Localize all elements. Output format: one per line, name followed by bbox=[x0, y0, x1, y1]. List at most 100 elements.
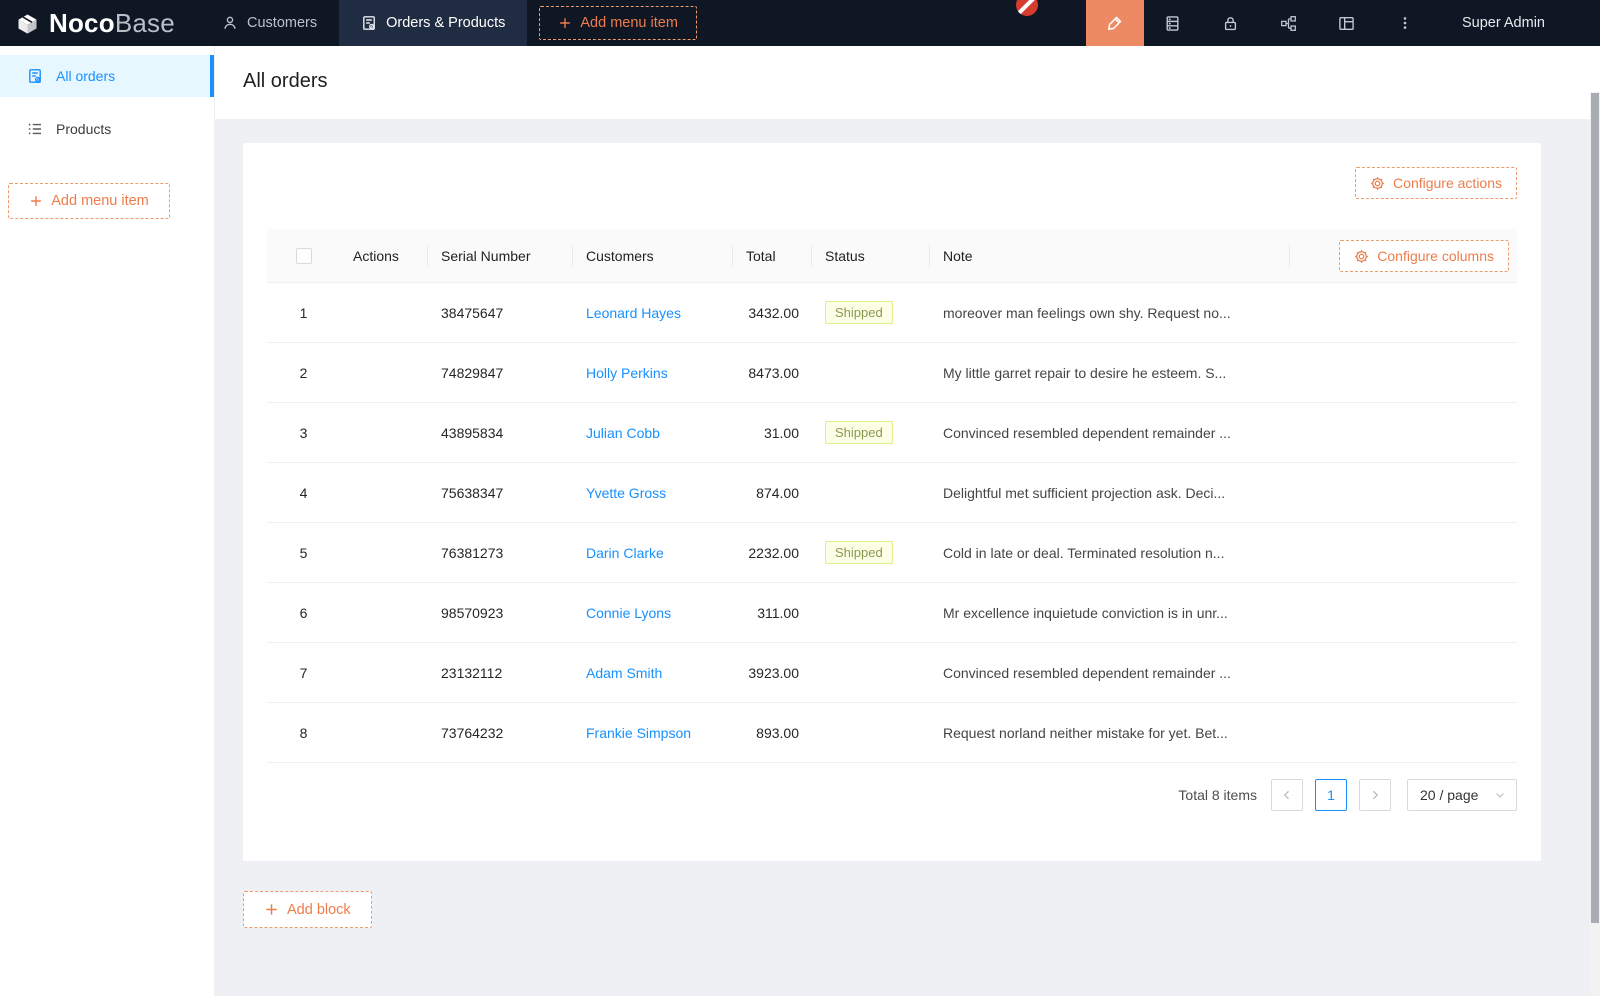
row-total: 874.00 bbox=[756, 484, 799, 501]
pagination-page-1[interactable]: 1 bbox=[1315, 779, 1347, 811]
row-index: 5 bbox=[299, 544, 308, 561]
customer-link[interactable]: Frankie Simpson bbox=[586, 725, 691, 741]
page-size-value: 20 / page bbox=[1420, 787, 1479, 803]
navbar-actions: Super Admin bbox=[1085, 0, 1600, 46]
sidebar-item-label: All orders bbox=[56, 68, 116, 84]
nav-tab-customers[interactable]: Customers bbox=[200, 0, 339, 46]
row-note: My little garret repair to desire he est… bbox=[943, 364, 1227, 381]
select-all-cell bbox=[267, 229, 340, 283]
gear-icon bbox=[1370, 176, 1385, 191]
sidebar-item-all-orders[interactable]: All orders bbox=[0, 55, 214, 97]
configure-columns-label: Configure columns bbox=[1377, 248, 1494, 264]
more-ellipsis-icon[interactable] bbox=[1376, 0, 1434, 46]
sidebar-item-products[interactable]: Products bbox=[0, 108, 214, 150]
column-header-actions: Actions bbox=[340, 229, 428, 283]
table-row[interactable]: 2 74829847 Holly Perkins 8473.00 My litt… bbox=[267, 343, 1517, 403]
table-row[interactable]: 6 98570923 Connie Lyons 311.00 Mr excell… bbox=[267, 583, 1517, 643]
nocobase-logo-icon bbox=[14, 10, 41, 37]
lock-icon[interactable] bbox=[1202, 0, 1260, 46]
chevron-down-icon bbox=[1494, 789, 1506, 801]
table-body: 1 38475647 Leonard Hayes 3432.00 Shipped… bbox=[267, 283, 1517, 763]
nav-tab-orders-products[interactable]: Orders & Products bbox=[339, 0, 528, 46]
row-total: 2232.00 bbox=[748, 544, 799, 561]
pagination-total: Total 8 items bbox=[1178, 787, 1257, 803]
table-row[interactable]: 8 73764232 Frankie Simpson 893.00 Reques… bbox=[267, 703, 1517, 763]
customer-link[interactable]: Holly Perkins bbox=[586, 365, 668, 381]
table-row[interactable]: 1 38475647 Leonard Hayes 3432.00 Shipped… bbox=[267, 283, 1517, 343]
customer-link[interactable]: Darin Clarke bbox=[586, 545, 664, 561]
configure-columns-cell: Configure columns bbox=[1290, 229, 1517, 283]
pagination-next-button[interactable] bbox=[1359, 779, 1391, 811]
row-index: 6 bbox=[299, 604, 308, 621]
row-serial-number: 75638347 bbox=[441, 484, 504, 501]
nav-add-menu-item-label: Add menu item bbox=[580, 15, 678, 31]
row-serial-number: 76381273 bbox=[441, 544, 504, 561]
page-size-select[interactable]: 20 / page bbox=[1407, 779, 1517, 811]
plus-icon bbox=[264, 902, 279, 917]
sidebar-add-menu-item-label: Add menu item bbox=[51, 193, 149, 209]
status-badge: Shipped bbox=[825, 421, 893, 444]
row-note: Request norland neither mistake for yet.… bbox=[943, 724, 1228, 741]
user-menu[interactable]: Super Admin bbox=[1434, 0, 1600, 46]
row-total: 311.00 bbox=[757, 604, 799, 621]
page-header: All orders bbox=[215, 46, 1600, 119]
pagination: Total 8 items 1 20 / page bbox=[267, 779, 1517, 811]
logo-wordmark: NocoBase bbox=[49, 7, 175, 38]
row-total: 3923.00 bbox=[748, 664, 799, 681]
nav-tab-label: Customers bbox=[247, 15, 318, 31]
column-header-status: Status bbox=[812, 229, 930, 283]
page-content: Configure actions Actions Serial Number … bbox=[215, 119, 1600, 996]
app-layout: All orders Products Add menu item All or… bbox=[0, 46, 1600, 996]
configure-columns-button[interactable]: Configure columns bbox=[1339, 240, 1509, 272]
plugin-icon[interactable] bbox=[1260, 0, 1318, 46]
list-icon bbox=[27, 121, 43, 137]
row-total: 3432.00 bbox=[748, 304, 799, 321]
nav-tab-label: Orders & Products bbox=[386, 15, 506, 31]
row-index: 8 bbox=[299, 724, 308, 741]
row-total: 31.00 bbox=[763, 424, 799, 441]
table-row[interactable]: 5 76381273 Darin Clarke 2232.00 Shipped … bbox=[267, 523, 1517, 583]
plus-icon bbox=[558, 16, 572, 30]
row-note: Convinced resembled dependent remainder … bbox=[943, 424, 1231, 441]
page-title: All orders bbox=[243, 70, 328, 92]
sidebar-item-label: Products bbox=[56, 121, 112, 137]
customer-link[interactable]: Julian Cobb bbox=[586, 425, 660, 441]
row-index: 1 bbox=[299, 304, 308, 321]
cursor-not-allowed-icon bbox=[1016, 0, 1038, 16]
add-block-label: Add block bbox=[287, 901, 351, 918]
row-serial-number: 23132112 bbox=[441, 664, 503, 681]
table-row[interactable]: 4 75638347 Yvette Gross 874.00 Delightfu… bbox=[267, 463, 1517, 523]
nav-add-menu-item-button[interactable]: Add menu item bbox=[539, 6, 697, 40]
select-all-checkbox[interactable] bbox=[295, 248, 312, 264]
user-name: Super Admin bbox=[1461, 15, 1545, 31]
row-total: 8473.00 bbox=[748, 364, 799, 381]
column-header-total: Total bbox=[733, 229, 812, 283]
configure-actions-button[interactable]: Configure actions bbox=[1355, 167, 1517, 199]
pagination-prev-button[interactable] bbox=[1271, 779, 1303, 811]
row-serial-number: 74829847 bbox=[441, 364, 504, 381]
table-row[interactable]: 7 23132112 Adam Smith 3923.00 Convinced … bbox=[267, 643, 1517, 703]
table-row[interactable]: 3 43895834 Julian Cobb 31.00 Shipped Con… bbox=[267, 403, 1517, 463]
row-total: 893.00 bbox=[756, 724, 799, 741]
sidebar: All orders Products Add menu item bbox=[0, 46, 215, 996]
customer-link[interactable]: Leonard Hayes bbox=[586, 305, 681, 321]
form-icon bbox=[27, 68, 43, 84]
add-block-button[interactable]: Add block bbox=[243, 891, 372, 928]
column-header-note: Note bbox=[930, 229, 1290, 283]
main-area: All orders Configure actions Actions Ser… bbox=[215, 46, 1600, 996]
customer-link[interactable]: Yvette Gross bbox=[586, 485, 666, 501]
database-icon[interactable] bbox=[1144, 0, 1202, 46]
top-navbar: NocoBase Customers Orders & Products Add… bbox=[0, 0, 1600, 46]
ui-editor-highlighter-icon[interactable] bbox=[1085, 0, 1144, 46]
scrollbar-thumb[interactable] bbox=[1591, 93, 1599, 923]
customer-link[interactable]: Adam Smith bbox=[586, 665, 662, 681]
sidebar-add-menu-item-button[interactable]: Add menu item bbox=[8, 183, 170, 219]
row-index: 2 bbox=[299, 364, 308, 381]
column-header-customers: Customers bbox=[573, 229, 733, 283]
nocobase-logo[interactable]: NocoBase bbox=[0, 0, 200, 46]
layout-icon[interactable] bbox=[1318, 0, 1376, 46]
row-note: Cold in late or deal. Terminated resolut… bbox=[943, 544, 1225, 561]
configure-actions-label: Configure actions bbox=[1393, 175, 1502, 191]
table-toolbar: Configure actions bbox=[267, 167, 1517, 199]
customer-link[interactable]: Connie Lyons bbox=[586, 605, 671, 621]
